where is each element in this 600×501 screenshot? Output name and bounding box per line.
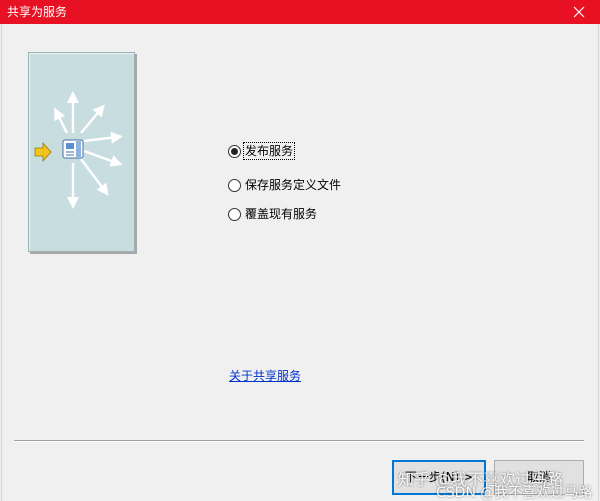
service-arrows-icon xyxy=(34,91,123,209)
radio-button-checked[interactable] xyxy=(228,144,241,158)
radio-publish-service[interactable]: 发布服务 xyxy=(228,142,296,160)
watermark-csdn: CSDN @我不喜欢过马路 xyxy=(436,485,593,501)
publish-service-illustration xyxy=(28,52,135,252)
title-bar: 共享为服务 xyxy=(0,0,600,24)
radio-label[interactable]: 覆盖现有服务 xyxy=(244,206,318,222)
radio-label[interactable]: 发布服务 xyxy=(242,142,296,160)
radio-overwrite-service[interactable]: 覆盖现有服务 xyxy=(228,205,318,223)
close-icon xyxy=(573,6,585,18)
radio-button[interactable] xyxy=(228,178,241,192)
about-sharing-link[interactable]: 关于共享服务 xyxy=(229,369,301,383)
close-button[interactable] xyxy=(558,0,600,24)
window-title: 共享为服务 xyxy=(7,5,68,19)
radio-label[interactable]: 保存服务定义文件 xyxy=(244,177,342,193)
footer-divider xyxy=(14,440,584,442)
radio-button[interactable] xyxy=(228,207,241,221)
radio-save-service-definition[interactable]: 保存服务定义文件 xyxy=(228,176,342,194)
